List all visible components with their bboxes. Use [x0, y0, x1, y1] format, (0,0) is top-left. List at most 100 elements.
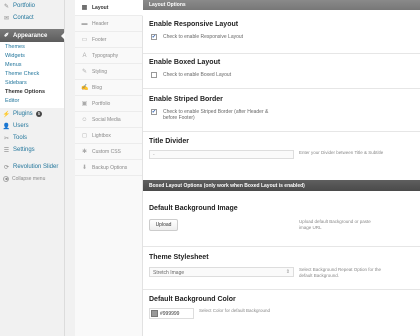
nav-header[interactable]: ▬ Header — [75, 16, 142, 32]
nav-styling[interactable]: ✎ Styling — [75, 64, 142, 80]
submenu-sidebars[interactable]: Sidebars — [0, 79, 64, 88]
footer-icon: ▭ — [81, 37, 88, 43]
responsive-checkbox[interactable]: ✔ — [151, 34, 157, 40]
nav-blog[interactable]: ✍ Blog — [75, 80, 142, 96]
menu-label: Plugins — [13, 111, 33, 117]
select-arrows-icon: ⇕ — [285, 269, 290, 275]
section-title: Default Background Color — [149, 296, 236, 303]
upload-row: Upload Upload default Background or past… — [149, 219, 414, 231]
striped-checkbox[interactable]: ✔ — [151, 109, 157, 115]
nav-label: Footer — [92, 36, 107, 43]
section-title: Enable Striped Border — [149, 96, 223, 103]
menu-portfolio[interactable]: ✎ Portfolio — [0, 0, 64, 12]
nav-label: Layout — [92, 4, 109, 11]
social-icon: ☺ — [81, 116, 88, 123]
nav-typography[interactable]: A Typography — [75, 48, 142, 64]
menu-label: Appearance — [13, 32, 48, 39]
nav-label: Backup Options — [92, 164, 128, 171]
menu-contact[interactable]: ✉ Contact — [0, 12, 64, 24]
nav-social-media[interactable]: ☺ Social Media — [75, 112, 142, 128]
nav-label: Portfolio — [92, 100, 111, 107]
submenu-menus[interactable]: Menus — [0, 61, 64, 70]
responsive-section: Enable Responsive Layout ✔ Check to enab… — [149, 21, 414, 40]
appearance-submenu: Themes Widgets Menus Theme Check Sidebar… — [0, 42, 64, 108]
nav-label: Header — [92, 20, 109, 27]
options-nav: ▦ Layout ▬ Header ▭ Footer A Typography ✎ Sty… — [75, 0, 143, 336]
submenu-editor[interactable]: Editor — [0, 97, 64, 106]
nav-lightbox[interactable]: ◻ Lightbox — [75, 128, 142, 144]
wrench-icon: ✂ — [3, 135, 10, 142]
panel-header: Layout Options — [143, 0, 420, 10]
field-description: Select Color for default Background — [199, 308, 271, 313]
collapse-menu[interactable]: ◀ Collapse menu — [0, 173, 64, 184]
submenu-widgets[interactable]: Widgets — [0, 52, 64, 61]
field-description: Select Background Repeat Option for the … — [299, 267, 382, 278]
backup-icon: ⬇ — [81, 165, 88, 171]
typography-icon: A — [82, 52, 87, 59]
submenu-themes[interactable]: Themes — [0, 43, 64, 52]
title-divider-input[interactable]: - — [149, 150, 294, 159]
color-swatch[interactable] — [151, 310, 158, 317]
header-icon: ▬ — [81, 20, 88, 27]
portfolio-icon: ▣ — [81, 101, 88, 107]
menu-appearance[interactable]: ✐ Appearance — [0, 29, 65, 42]
slider-icon: ⟳ — [3, 164, 10, 171]
field-description: Upload default Background or paste image… — [299, 219, 371, 230]
nav-custom-css[interactable]: ✱ Custom CSS — [75, 144, 142, 160]
menu-label: Revolution Slider — [13, 164, 59, 170]
bg-color-section: Default Background Color #999999 Select … — [149, 296, 414, 319]
select-value: Stretch Image — [153, 270, 185, 276]
boxed-checkbox[interactable] — [151, 72, 157, 78]
stylesheet-select[interactable]: Stretch Image ⇕ — [149, 267, 294, 277]
menu-tools[interactable]: ✂ Tools — [0, 132, 64, 144]
color-picker[interactable]: #999999 — [149, 308, 194, 319]
nav-label: Styling — [92, 68, 108, 75]
divider — [143, 289, 420, 290]
section-title: Enable Responsive Layout — [149, 21, 239, 28]
menu-label: Tools — [13, 135, 28, 141]
upload-wrap: Upload — [149, 219, 294, 231]
submenu-theme-check[interactable]: Theme Check — [0, 70, 64, 79]
checkbox-label: Check to enable Boxed Layout — [163, 72, 232, 78]
options-panel: Layout Options Enable Responsive Layout … — [143, 0, 420, 336]
divider-row: - Enter your Divider between Title & Sub… — [149, 150, 414, 159]
paintbrush-icon: ✐ — [3, 33, 10, 39]
divider — [143, 246, 420, 247]
collapse-label: Collapse menu — [12, 175, 46, 182]
collapse-icon: ◀ — [3, 175, 9, 182]
submenu-theme-options[interactable]: Theme Options — [0, 88, 64, 97]
stylesheet-row: Stretch Image ⇕ Select Background Repeat… — [149, 267, 414, 279]
nav-label: Blog — [92, 84, 103, 91]
update-count-badge: 5 — [35, 111, 43, 117]
menu-plugins[interactable]: ⚡ Plugins 5 — [0, 108, 64, 120]
nav-backup-options[interactable]: ⬇ Backup Options — [75, 160, 142, 176]
boxed-option: Check to enable Boxed Layout — [149, 72, 414, 78]
nav-portfolio[interactable]: ▣ Portfolio — [75, 96, 142, 112]
section-title: Theme Stylesheet — [149, 254, 209, 261]
checkbox-label: Check to enable Striped Border (after He… — [163, 109, 269, 121]
section-title: Title Divider — [149, 138, 189, 145]
divider — [143, 53, 420, 54]
nav-footer[interactable]: ▭ Footer — [75, 32, 142, 48]
layout-icon: ▦ — [81, 5, 88, 11]
lightbox-icon: ◻ — [82, 133, 87, 139]
pin-icon: ✎ — [3, 3, 10, 10]
menu-users[interactable]: 👤 Users — [0, 120, 64, 132]
nav-layout[interactable]: ▦ Layout — [75, 0, 143, 16]
responsive-option: ✔ Check to enable Responsive Layout — [149, 34, 414, 40]
striped-section: Enable Striped Border ✔ Check to enable … — [149, 96, 414, 121]
menu-settings[interactable]: ☰ Settings — [0, 144, 64, 156]
stylesheet-section: Theme Stylesheet Stretch Image ⇕ Select … — [149, 254, 414, 279]
section-title: Default Background Image — [149, 205, 238, 212]
plug-icon: ⚡ — [2, 111, 11, 118]
checkbox-label: Check to enable Responsive Layout — [163, 34, 244, 40]
nav-label: Lightbox — [92, 132, 111, 139]
field-description: Enter your Divider between Title & Subti… — [299, 150, 384, 155]
menu-label: Contact — [13, 15, 34, 21]
color-row: #999999 Select Color for default Backgro… — [149, 308, 414, 319]
upload-button[interactable]: Upload — [149, 219, 178, 231]
menu-label: Portfolio — [13, 3, 36, 9]
users-icon: 👤 — [2, 123, 11, 130]
nav-label: Typography — [92, 52, 119, 59]
menu-revolution-slider[interactable]: ⟳ Revolution Slider — [0, 161, 64, 173]
